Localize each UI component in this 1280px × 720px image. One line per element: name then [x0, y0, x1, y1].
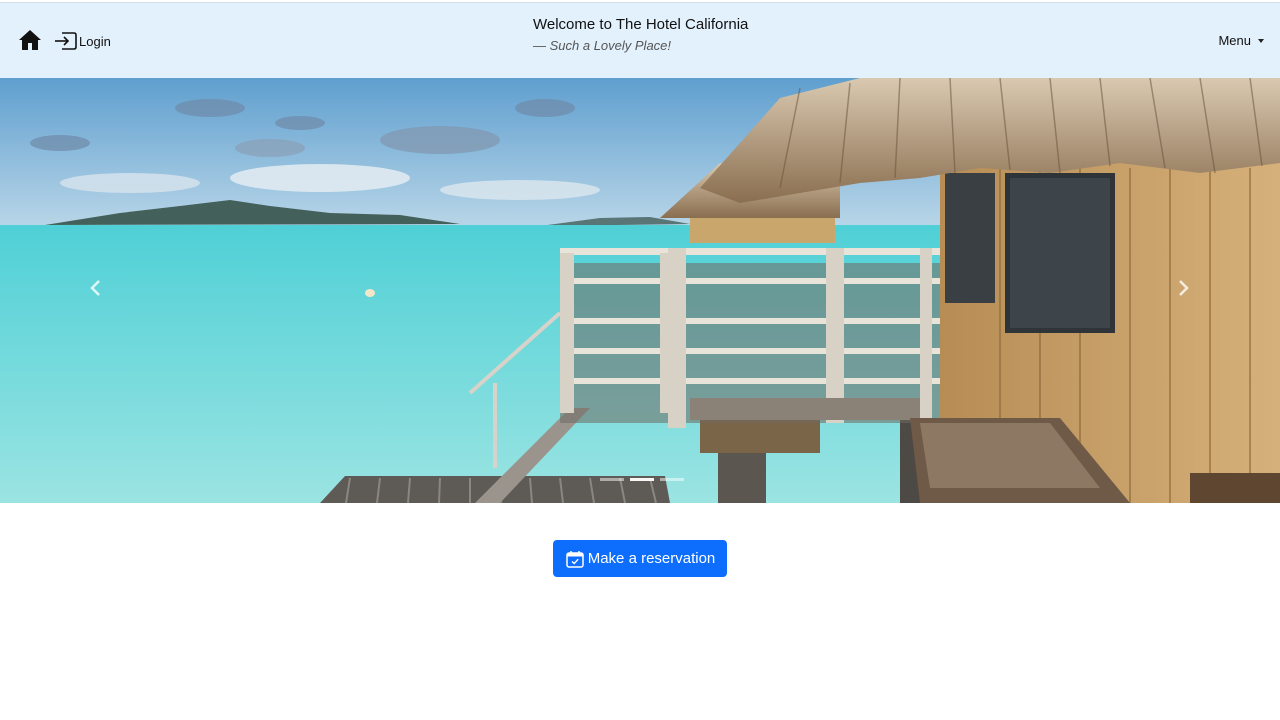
home-link[interactable] — [18, 29, 42, 51]
caret-down-icon — [1258, 38, 1264, 43]
hero-image-overwater-bungalow — [0, 78, 1280, 503]
menu-dropdown-toggle[interactable]: Menu — [1218, 33, 1264, 48]
chevron-right-icon — [1179, 280, 1189, 296]
calendar-check-icon — [565, 550, 584, 568]
make-reservation-label: Make a reservation — [587, 550, 716, 567]
navbar: Login Welcome to The Hotel California — … — [0, 3, 1280, 78]
carousel-indicators — [600, 478, 684, 481]
menu-label: Menu — [1218, 33, 1251, 48]
make-reservation-button[interactable]: Make a reservation — [553, 540, 727, 577]
box-arrow-in-right-icon — [55, 32, 77, 50]
site-title: Welcome to The Hotel California — [533, 16, 749, 33]
login-link[interactable]: Login — [54, 30, 111, 52]
login-label: Login — [79, 33, 111, 49]
carousel-next-button[interactable] — [1153, 258, 1213, 318]
carousel-indicator[interactable] — [600, 478, 624, 481]
carousel-indicator-active[interactable] — [630, 478, 654, 481]
hero-carousel — [0, 78, 1280, 503]
house-icon — [19, 30, 41, 50]
site-tagline: — Such a Lovely Place! — [533, 38, 672, 53]
chevron-left-icon — [90, 280, 100, 296]
site-brand: Welcome to The Hotel California — Such a… — [533, 16, 833, 54]
carousel-prev-button[interactable] — [66, 258, 126, 318]
carousel-indicator[interactable] — [660, 478, 684, 481]
